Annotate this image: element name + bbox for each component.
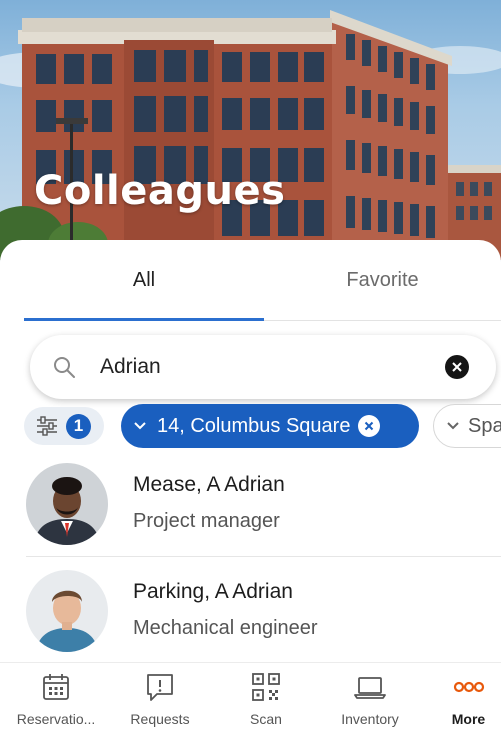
colleague-role: Project manager [133, 510, 280, 532]
colleague-name: Mease, A Adrian [133, 473, 285, 496]
location-filter-label: 14, Columbus Square [157, 414, 351, 437]
colleague-role: Mechanical engineer [133, 617, 318, 639]
nav-requests-label: Requests [130, 711, 190, 727]
tab-bar: All Favorite [24, 240, 501, 321]
nav-requests[interactable]: Requests [110, 663, 210, 734]
nav-scan[interactable]: Scan [218, 663, 314, 734]
nav-more[interactable]: More [436, 663, 501, 734]
calendar-icon [43, 674, 69, 700]
office-building-image [0, 10, 501, 262]
tab-all-label: All [132, 268, 156, 291]
nav-inventory[interactable]: Inventory [318, 663, 422, 734]
tab-divider [264, 320, 501, 321]
search-icon [54, 357, 75, 378]
close-icon [365, 421, 374, 431]
tab-favorite[interactable]: Favorite [264, 240, 501, 320]
colleagues-panel: All Favorite Adrian 1 14, Columbus Squar… [0, 240, 501, 734]
nav-scan-label: Scan [250, 711, 282, 727]
nav-inventory-label: Inventory [341, 711, 399, 727]
avatar [26, 463, 108, 545]
close-icon [452, 362, 462, 372]
active-filter-count-badge: 1 [66, 413, 91, 439]
header-banner: Colleagues [0, 0, 501, 262]
list-divider [26, 556, 501, 557]
page-title: Colleagues [34, 168, 286, 214]
active-tab-indicator [24, 318, 264, 321]
space-filter-label: Spa [468, 414, 501, 437]
clear-search-button[interactable] [445, 355, 469, 379]
colleague-row[interactable]: Mease, A Adrian Project manager [0, 455, 501, 560]
avatar [26, 570, 108, 652]
colleague-name: Parking, A Adrian [133, 580, 293, 603]
sliders-icon [37, 416, 57, 436]
chevron-down-icon [447, 422, 459, 430]
location-filter-chip[interactable]: 14, Columbus Square [121, 404, 419, 448]
space-filter-chip[interactable]: Spa [433, 404, 501, 448]
tab-favorite-label: Favorite [346, 268, 419, 291]
chevron-down-icon [134, 422, 146, 430]
nav-reservations-label: Reservatio... [16, 711, 96, 727]
colleague-row[interactable]: Parking, A Adrian Mechanical engineer [0, 562, 501, 667]
filter-chips: 1 14, Columbus Square Spa [24, 404, 501, 450]
nav-more-label: More [451, 711, 486, 727]
search-input[interactable] [100, 349, 430, 385]
qr-code-icon [252, 673, 280, 701]
more-dots-icon [453, 681, 484, 693]
remove-location-filter-button[interactable] [358, 415, 381, 437]
tab-all[interactable]: All [24, 240, 264, 320]
search-bar [30, 335, 496, 399]
laptop-icon [354, 677, 386, 699]
filters-button[interactable]: 1 [24, 407, 104, 445]
person-photo [26, 463, 108, 545]
nav-reservations[interactable]: Reservatio... [0, 663, 112, 734]
bottom-navigation: Reservatio... Requests Scan Inventory Mo… [0, 662, 501, 734]
request-bubble-icon [147, 674, 173, 701]
person-photo [26, 570, 108, 652]
